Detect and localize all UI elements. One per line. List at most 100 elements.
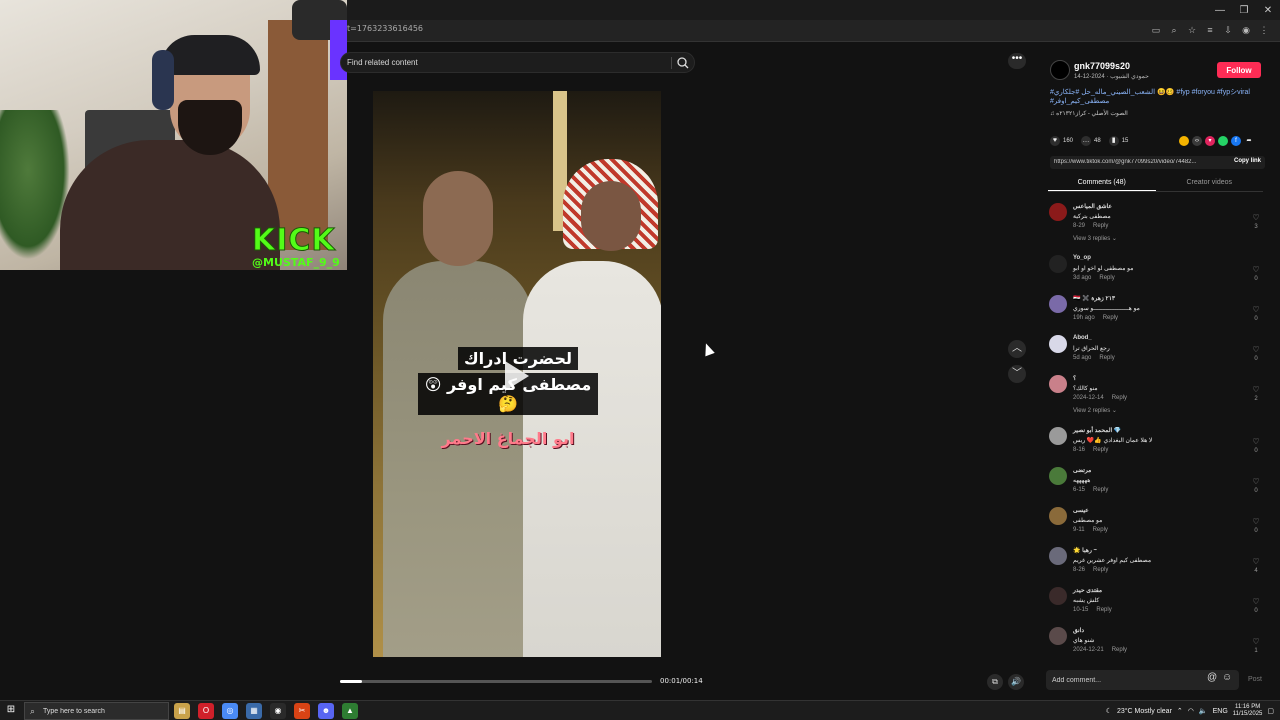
comment-like-icon[interactable]: ♡ bbox=[1251, 477, 1261, 486]
file-explorer-icon[interactable]: ▤ bbox=[174, 703, 190, 719]
bookmark-icon[interactable]: ▮ bbox=[1108, 136, 1119, 146]
reply-button[interactable]: Reply bbox=[1093, 527, 1108, 533]
post-button[interactable]: Post bbox=[1248, 676, 1262, 683]
comment-like-icon[interactable]: ♡ bbox=[1251, 597, 1261, 606]
comment-avatar[interactable] bbox=[1049, 203, 1067, 221]
restore-icon[interactable]: ❐ bbox=[1232, 0, 1256, 20]
cast-icon[interactable]: ▭ bbox=[1150, 23, 1162, 37]
search-input[interactable] bbox=[347, 55, 665, 70]
comment-avatar[interactable] bbox=[1049, 295, 1067, 313]
comment-icon[interactable]: … bbox=[1081, 136, 1092, 146]
mention-icon[interactable]: @ bbox=[1207, 672, 1217, 683]
comment-username[interactable]: مقتدى حيدر bbox=[1073, 587, 1102, 594]
search-icon[interactable] bbox=[675, 55, 691, 71]
comment-like-icon[interactable]: ♡ bbox=[1251, 437, 1261, 446]
chrome-icon[interactable]: ◎ bbox=[222, 703, 238, 719]
video-player[interactable]: لحضرت ادراك مصطفى كيم اوفر 😲🤔 ابو الجماغ… bbox=[373, 91, 661, 657]
weather-text[interactable]: 23°C Mostly clear bbox=[1117, 708, 1172, 715]
like-stat[interactable]: ♥ 160 bbox=[1050, 136, 1073, 146]
comment-username[interactable]: 🇮🇶 ✖️ ٢١٣ زهرة bbox=[1073, 295, 1115, 302]
save-stat[interactable]: ▮ 15 bbox=[1108, 136, 1128, 146]
reply-button[interactable]: Reply bbox=[1112, 395, 1127, 401]
volume-icon[interactable]: 🔊 bbox=[1008, 674, 1024, 690]
view-replies-button[interactable]: View 3 replies ⌄ bbox=[1073, 235, 1117, 242]
clock[interactable]: 11:16 PM 11/15/2025 bbox=[1233, 704, 1263, 718]
downloads-icon[interactable]: ⇩ bbox=[1222, 23, 1234, 37]
reply-button[interactable]: Reply bbox=[1093, 567, 1108, 573]
comment-username[interactable]: دانق bbox=[1073, 627, 1084, 634]
notifications-icon[interactable]: ▢ bbox=[1267, 707, 1274, 715]
next-video-button[interactable]: ﹀ bbox=[1008, 365, 1026, 383]
capcut-icon[interactable]: ✂ bbox=[294, 703, 310, 719]
comment-stat[interactable]: … 48 bbox=[1081, 136, 1101, 146]
language-indicator[interactable]: ENG bbox=[1213, 708, 1228, 715]
weather-icon[interactable]: ☾ bbox=[1106, 707, 1112, 715]
comment-avatar[interactable] bbox=[1049, 627, 1067, 645]
comment-like-icon[interactable]: ♡ bbox=[1251, 305, 1261, 314]
comment-username[interactable]: المحمد أبو نصير 💎 bbox=[1073, 427, 1121, 434]
app-icon[interactable]: ▦ bbox=[246, 703, 262, 719]
comment-like-icon[interactable]: ♡ bbox=[1251, 517, 1261, 526]
share-arrow-icon[interactable]: ➦ bbox=[1244, 136, 1254, 146]
taskbar-search-input[interactable] bbox=[43, 705, 143, 718]
comment-avatar[interactable] bbox=[1049, 375, 1067, 393]
send-icon[interactable]: ▾ bbox=[1205, 136, 1215, 146]
discord-icon[interactable]: ☻ bbox=[318, 703, 334, 719]
reply-button[interactable]: Reply bbox=[1112, 647, 1127, 653]
view-replies-button[interactable]: View 2 replies ⌄ bbox=[1073, 407, 1117, 414]
video-progress-bar[interactable] bbox=[340, 680, 652, 683]
windows-start-icon[interactable]: ⊞ bbox=[4, 704, 18, 718]
heart-icon[interactable]: ♥ bbox=[1050, 136, 1060, 146]
emoji-icon[interactable]: ☺ bbox=[1222, 672, 1232, 683]
url-text[interactable]: t=1763233616456 bbox=[347, 24, 423, 33]
comment-avatar[interactable] bbox=[1049, 547, 1067, 565]
speaker-icon[interactable]: 🔈 bbox=[1199, 707, 1208, 715]
comment-like-icon[interactable]: ♡ bbox=[1251, 213, 1261, 222]
app-green-icon[interactable]: ▲ bbox=[342, 703, 358, 719]
music-label[interactable]: ♫ الصوت الأصلي - كراز٢١٣٢١ه bbox=[1050, 110, 1265, 117]
comment-avatar[interactable] bbox=[1049, 507, 1067, 525]
follow-button[interactable]: Follow bbox=[1217, 62, 1261, 78]
comment-like-icon[interactable]: ♡ bbox=[1251, 345, 1261, 354]
embed-icon[interactable]: ‹› bbox=[1192, 136, 1202, 146]
comment-username[interactable]: مرتضى bbox=[1073, 467, 1091, 474]
pip-icon[interactable]: ⧉ bbox=[987, 674, 1003, 690]
bookmark-star-icon[interactable]: ☆ bbox=[1186, 23, 1198, 37]
tab-comments[interactable]: Comments (48) bbox=[1048, 176, 1156, 191]
video-description[interactable]: #الشعب_الصيني_ماله_حل #جلكاري 😆🥴 #fyp #f… bbox=[1050, 88, 1265, 106]
comment-username[interactable]: ؟ bbox=[1073, 375, 1076, 382]
minimize-icon[interactable]: — bbox=[1208, 0, 1232, 20]
comment-avatar[interactable] bbox=[1049, 427, 1067, 445]
reply-button[interactable]: Reply bbox=[1099, 275, 1114, 281]
reply-button[interactable]: Reply bbox=[1093, 487, 1108, 493]
close-icon[interactable]: ✕ bbox=[1256, 0, 1280, 20]
wifi-icon[interactable]: ◠ bbox=[1188, 707, 1194, 715]
play-icon[interactable] bbox=[505, 361, 529, 391]
previous-video-button[interactable]: ︿ bbox=[1008, 340, 1026, 358]
zoom-icon[interactable]: ⌕ bbox=[1168, 23, 1180, 37]
facebook-icon[interactable]: f bbox=[1231, 136, 1241, 146]
reply-button[interactable]: Reply bbox=[1103, 315, 1118, 321]
extensions-icon[interactable]: ≡ bbox=[1204, 23, 1216, 37]
author-avatar[interactable] bbox=[1050, 60, 1070, 80]
reply-button[interactable]: Reply bbox=[1093, 223, 1108, 229]
tray-up-icon[interactable]: ⌃ bbox=[1177, 707, 1183, 715]
comment-avatar[interactable] bbox=[1049, 467, 1067, 485]
comment-username[interactable]: عيسى bbox=[1073, 507, 1089, 514]
opera-icon[interactable]: O bbox=[198, 703, 214, 719]
obs-icon[interactable]: ◉ bbox=[270, 703, 286, 719]
comment-like-icon[interactable]: ♡ bbox=[1251, 637, 1261, 646]
comment-like-icon[interactable]: ♡ bbox=[1251, 385, 1261, 394]
add-comment-input[interactable] bbox=[1052, 673, 1202, 687]
tab-creator-videos[interactable]: Creator videos bbox=[1156, 176, 1264, 191]
video-link[interactable]: https://www.tiktok.com/@gnk77099s20/vide… bbox=[1054, 159, 1220, 165]
comment-like-icon[interactable]: ♡ bbox=[1251, 557, 1261, 566]
menu-icon[interactable]: ⋮ bbox=[1258, 23, 1270, 37]
reply-button[interactable]: Reply bbox=[1096, 607, 1111, 613]
gold-share-icon[interactable] bbox=[1179, 136, 1189, 146]
reply-button[interactable]: Reply bbox=[1099, 355, 1114, 361]
profile-icon[interactable]: ◉ bbox=[1240, 23, 1252, 37]
comment-avatar[interactable] bbox=[1049, 335, 1067, 353]
author-username[interactable]: gnk77099s20 bbox=[1074, 61, 1130, 71]
comment-username[interactable]: عاشق المياعس bbox=[1073, 203, 1112, 210]
